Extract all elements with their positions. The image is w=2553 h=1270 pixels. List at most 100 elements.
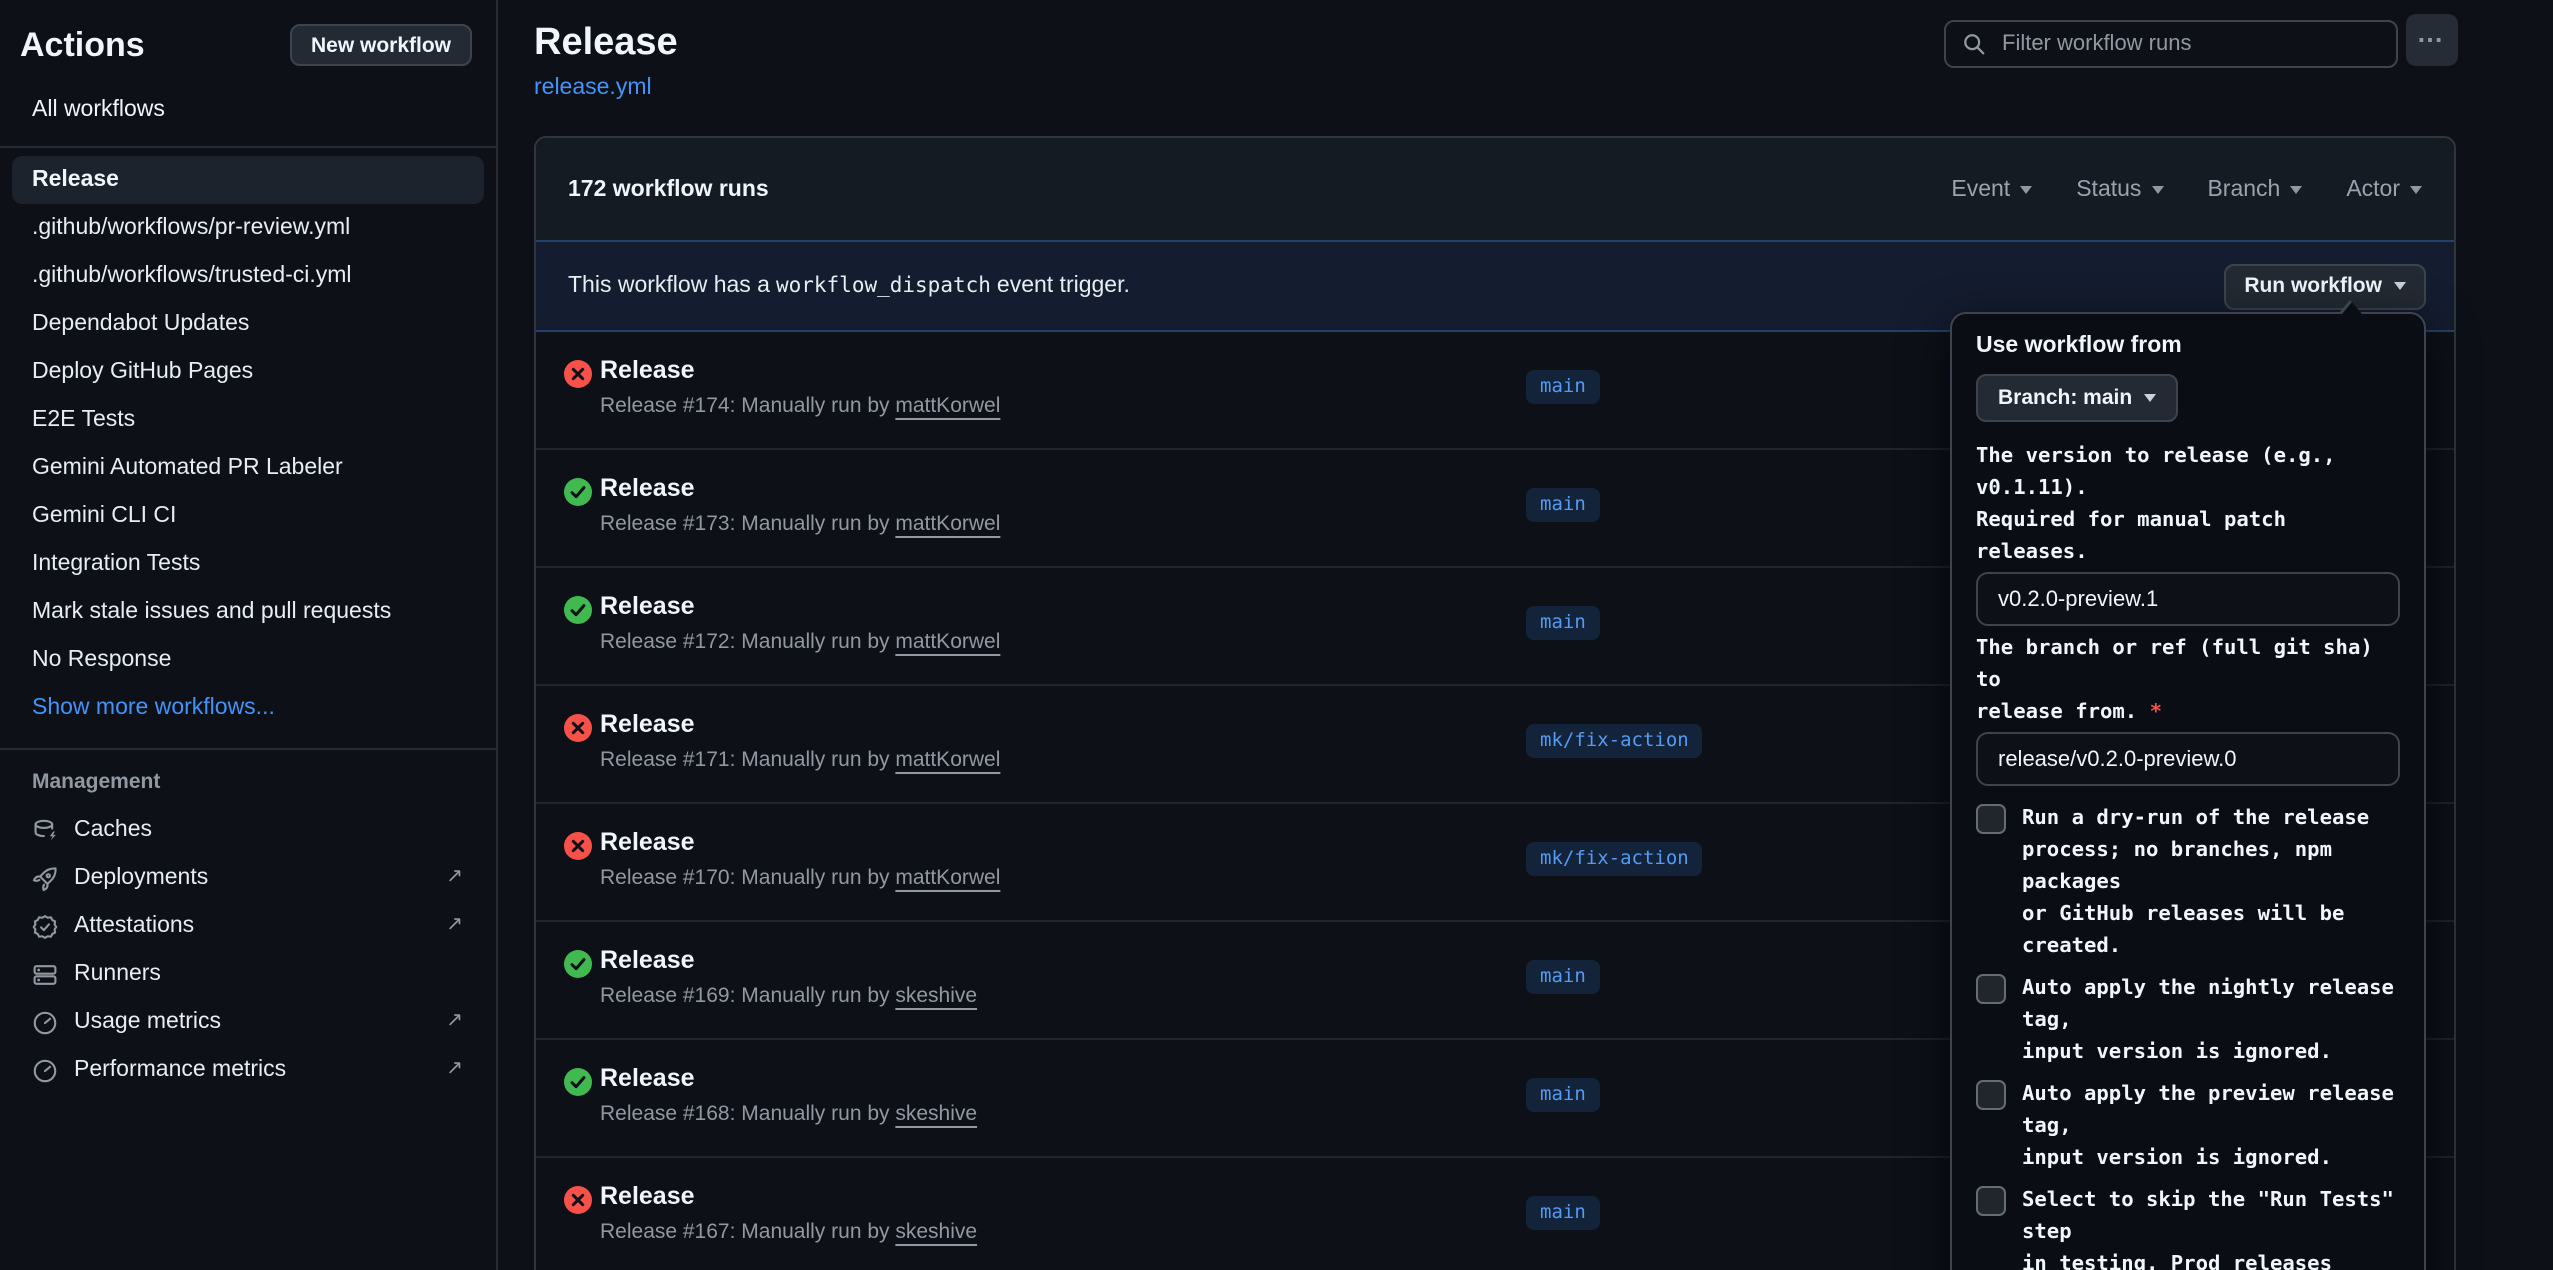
- popover-checkbox-row-2: Auto apply the preview release tag, inpu…: [1976, 1078, 2400, 1174]
- run-description: Release #173: Manually run by mattKorwel: [600, 512, 1000, 536]
- sidebar-item-workflow-0[interactable]: Release: [12, 156, 483, 204]
- workflow-title: Release: [534, 22, 678, 66]
- actor-link[interactable]: mattKorwel: [895, 866, 1000, 890]
- popover-checkbox-row-0: Run a dry-run of the release process; no…: [1976, 802, 2400, 962]
- management-list: Caches Deployments ↗ Attestations ↗ Runn…: [0, 806, 495, 1094]
- sidebar-item-workflow-5[interactable]: E2E Tests: [12, 396, 483, 444]
- sidebar-item-workflow-10[interactable]: No Response: [12, 636, 483, 684]
- management-item-label: Runners: [74, 962, 161, 986]
- run-title[interactable]: Release: [600, 592, 695, 620]
- sidebar-item-management-1[interactable]: Deployments ↗: [12, 854, 483, 902]
- sidebar-item-workflow-9[interactable]: Mark stale issues and pull requests: [12, 588, 483, 636]
- actor-link[interactable]: mattKorwel: [895, 512, 1000, 536]
- branch-badge[interactable]: main: [1526, 606, 1600, 640]
- branch-badge[interactable]: main: [1526, 488, 1600, 522]
- runs-panel-header: 172 workflow runs Event Status Branch Ac…: [536, 138, 2454, 240]
- runs-filter-bar: Event Status Branch Actor: [1951, 177, 2422, 201]
- chevron-down-icon: [2020, 185, 2032, 193]
- sidebar-item-management-4[interactable]: Usage metrics ↗: [12, 998, 483, 1046]
- ref-input[interactable]: [1976, 732, 2400, 786]
- branch-badge[interactable]: main: [1526, 1078, 1600, 1112]
- checkbox[interactable]: [1976, 804, 2006, 834]
- run-title[interactable]: Release: [600, 710, 695, 738]
- run-title[interactable]: Release: [600, 1182, 695, 1210]
- management-heading: Management: [0, 770, 495, 794]
- actor-link[interactable]: mattKorwel: [895, 394, 1000, 418]
- branch-selector-button[interactable]: Branch: main: [1976, 374, 2178, 422]
- management-item-label: Attestations: [74, 914, 194, 938]
- sidebar-item-management-2[interactable]: Attestations ↗: [12, 902, 483, 950]
- actor-link[interactable]: mattKorwel: [895, 748, 1000, 772]
- sidebar-item-workflow-11[interactable]: Show more workflows...: [12, 684, 483, 732]
- page-title: Actions: [20, 25, 145, 65]
- run-title[interactable]: Release: [600, 828, 695, 856]
- filter-workflow-runs-input[interactable]: [1998, 30, 2380, 58]
- checkbox[interactable]: [1976, 1186, 2006, 1216]
- actor-link[interactable]: mattKorwel: [895, 630, 1000, 654]
- workflow-file-link[interactable]: release.yml: [534, 76, 652, 100]
- sidebar-item-workflow-8[interactable]: Integration Tests: [12, 540, 483, 588]
- version-input[interactable]: [1976, 572, 2400, 626]
- filter-label: Actor: [2346, 177, 2400, 201]
- popover-checkbox-row-3: Select to skip the "Run Tests" step in t…: [1976, 1184, 2400, 1270]
- workflow-options-kebab-button[interactable]: ⋯: [2405, 14, 2457, 66]
- management-item-label: Deployments: [74, 866, 208, 890]
- chevron-down-icon: [2151, 185, 2163, 193]
- failed-status-icon: [564, 360, 592, 388]
- sidebar-item-workflow-7[interactable]: Gemini CLI CI: [12, 492, 483, 540]
- run-title[interactable]: Release: [600, 946, 695, 974]
- sidebar-item-management-0[interactable]: Caches: [12, 806, 483, 854]
- sidebar-item-management-3[interactable]: Runners: [12, 950, 483, 998]
- run-title[interactable]: Release: [600, 474, 695, 502]
- branch-badge[interactable]: mk/fix-action: [1526, 842, 1703, 876]
- chevron-down-icon: [2410, 185, 2422, 193]
- sidebar-item-workflow-3[interactable]: Dependabot Updates: [12, 300, 483, 348]
- run-description: Release #174: Manually run by mattKorwel: [600, 394, 1000, 418]
- sidebar-item-management-5[interactable]: Performance metrics ↗: [12, 1046, 483, 1094]
- filter-dropdown-event[interactable]: Event: [1951, 177, 2032, 201]
- actor-link[interactable]: skeshive: [895, 1220, 977, 1244]
- ref-input-label: The branch or ref (full git sha) to rele…: [1976, 632, 2400, 728]
- filter-dropdown-actor[interactable]: Actor: [2346, 177, 2422, 201]
- run-description: Release #168: Manually run by skeshive: [600, 1102, 977, 1126]
- filter-workflow-runs-box[interactable]: [1944, 20, 2398, 68]
- filter-dropdown-branch[interactable]: Branch: [2207, 177, 2302, 201]
- run-workflow-dropdown-button[interactable]: Run workflow: [2224, 263, 2426, 309]
- branch-badge[interactable]: main: [1526, 1196, 1600, 1230]
- checkbox-label: Select to skip the "Run Tests" step in t…: [2022, 1184, 2400, 1270]
- new-workflow-button[interactable]: New workflow: [291, 24, 471, 66]
- run-title[interactable]: Release: [600, 356, 695, 384]
- checkbox[interactable]: [1976, 974, 2006, 1004]
- filter-label: Branch: [2207, 177, 2280, 201]
- verified-icon: [32, 913, 58, 939]
- filter-label: Status: [2076, 177, 2141, 201]
- sidebar-item-workflow-6[interactable]: Gemini Automated PR Labeler: [12, 444, 483, 492]
- sidebar-item-workflow-1[interactable]: .github/workflows/pr-review.yml: [12, 204, 483, 252]
- success-status-icon: [564, 950, 592, 978]
- branch-badge[interactable]: mk/fix-action: [1526, 724, 1703, 758]
- meter-icon: [32, 1009, 58, 1035]
- run-title[interactable]: Release: [600, 1064, 695, 1092]
- actor-link[interactable]: skeshive: [895, 984, 977, 1008]
- chevron-down-icon: [2290, 185, 2302, 193]
- required-asterisk: *: [2150, 700, 2162, 724]
- banner-text-after: event trigger.: [997, 274, 1130, 298]
- meter-icon: [32, 1057, 58, 1083]
- banner-code: workflow_dispatch: [776, 274, 991, 298]
- success-status-icon: [564, 1068, 592, 1096]
- run-description: Release #169: Manually run by skeshive: [600, 984, 977, 1008]
- sidebar: Actions New workflow All workflows Relea…: [0, 0, 497, 1270]
- actor-link[interactable]: skeshive: [895, 1102, 977, 1126]
- run-workflow-popover: Use workflow from Branch: main The versi…: [1950, 312, 2426, 1270]
- banner-text-before: This workflow has a: [568, 274, 770, 298]
- management-item-label: Caches: [74, 818, 152, 842]
- checkbox[interactable]: [1976, 1080, 2006, 1110]
- sidebar-item-workflow-2[interactable]: .github/workflows/trusted-ci.yml: [12, 252, 483, 300]
- workflow-dispatch-banner-text: This workflow has aworkflow_dispatcheven…: [568, 274, 1130, 298]
- sidebar-item-all-workflows[interactable]: All workflows: [12, 90, 483, 130]
- branch-badge[interactable]: main: [1526, 960, 1600, 994]
- branch-badge[interactable]: main: [1526, 370, 1600, 404]
- checkbox-label: Auto apply the nightly release tag, inpu…: [2022, 972, 2400, 1068]
- filter-dropdown-status[interactable]: Status: [2076, 177, 2163, 201]
- sidebar-item-workflow-4[interactable]: Deploy GitHub Pages: [12, 348, 483, 396]
